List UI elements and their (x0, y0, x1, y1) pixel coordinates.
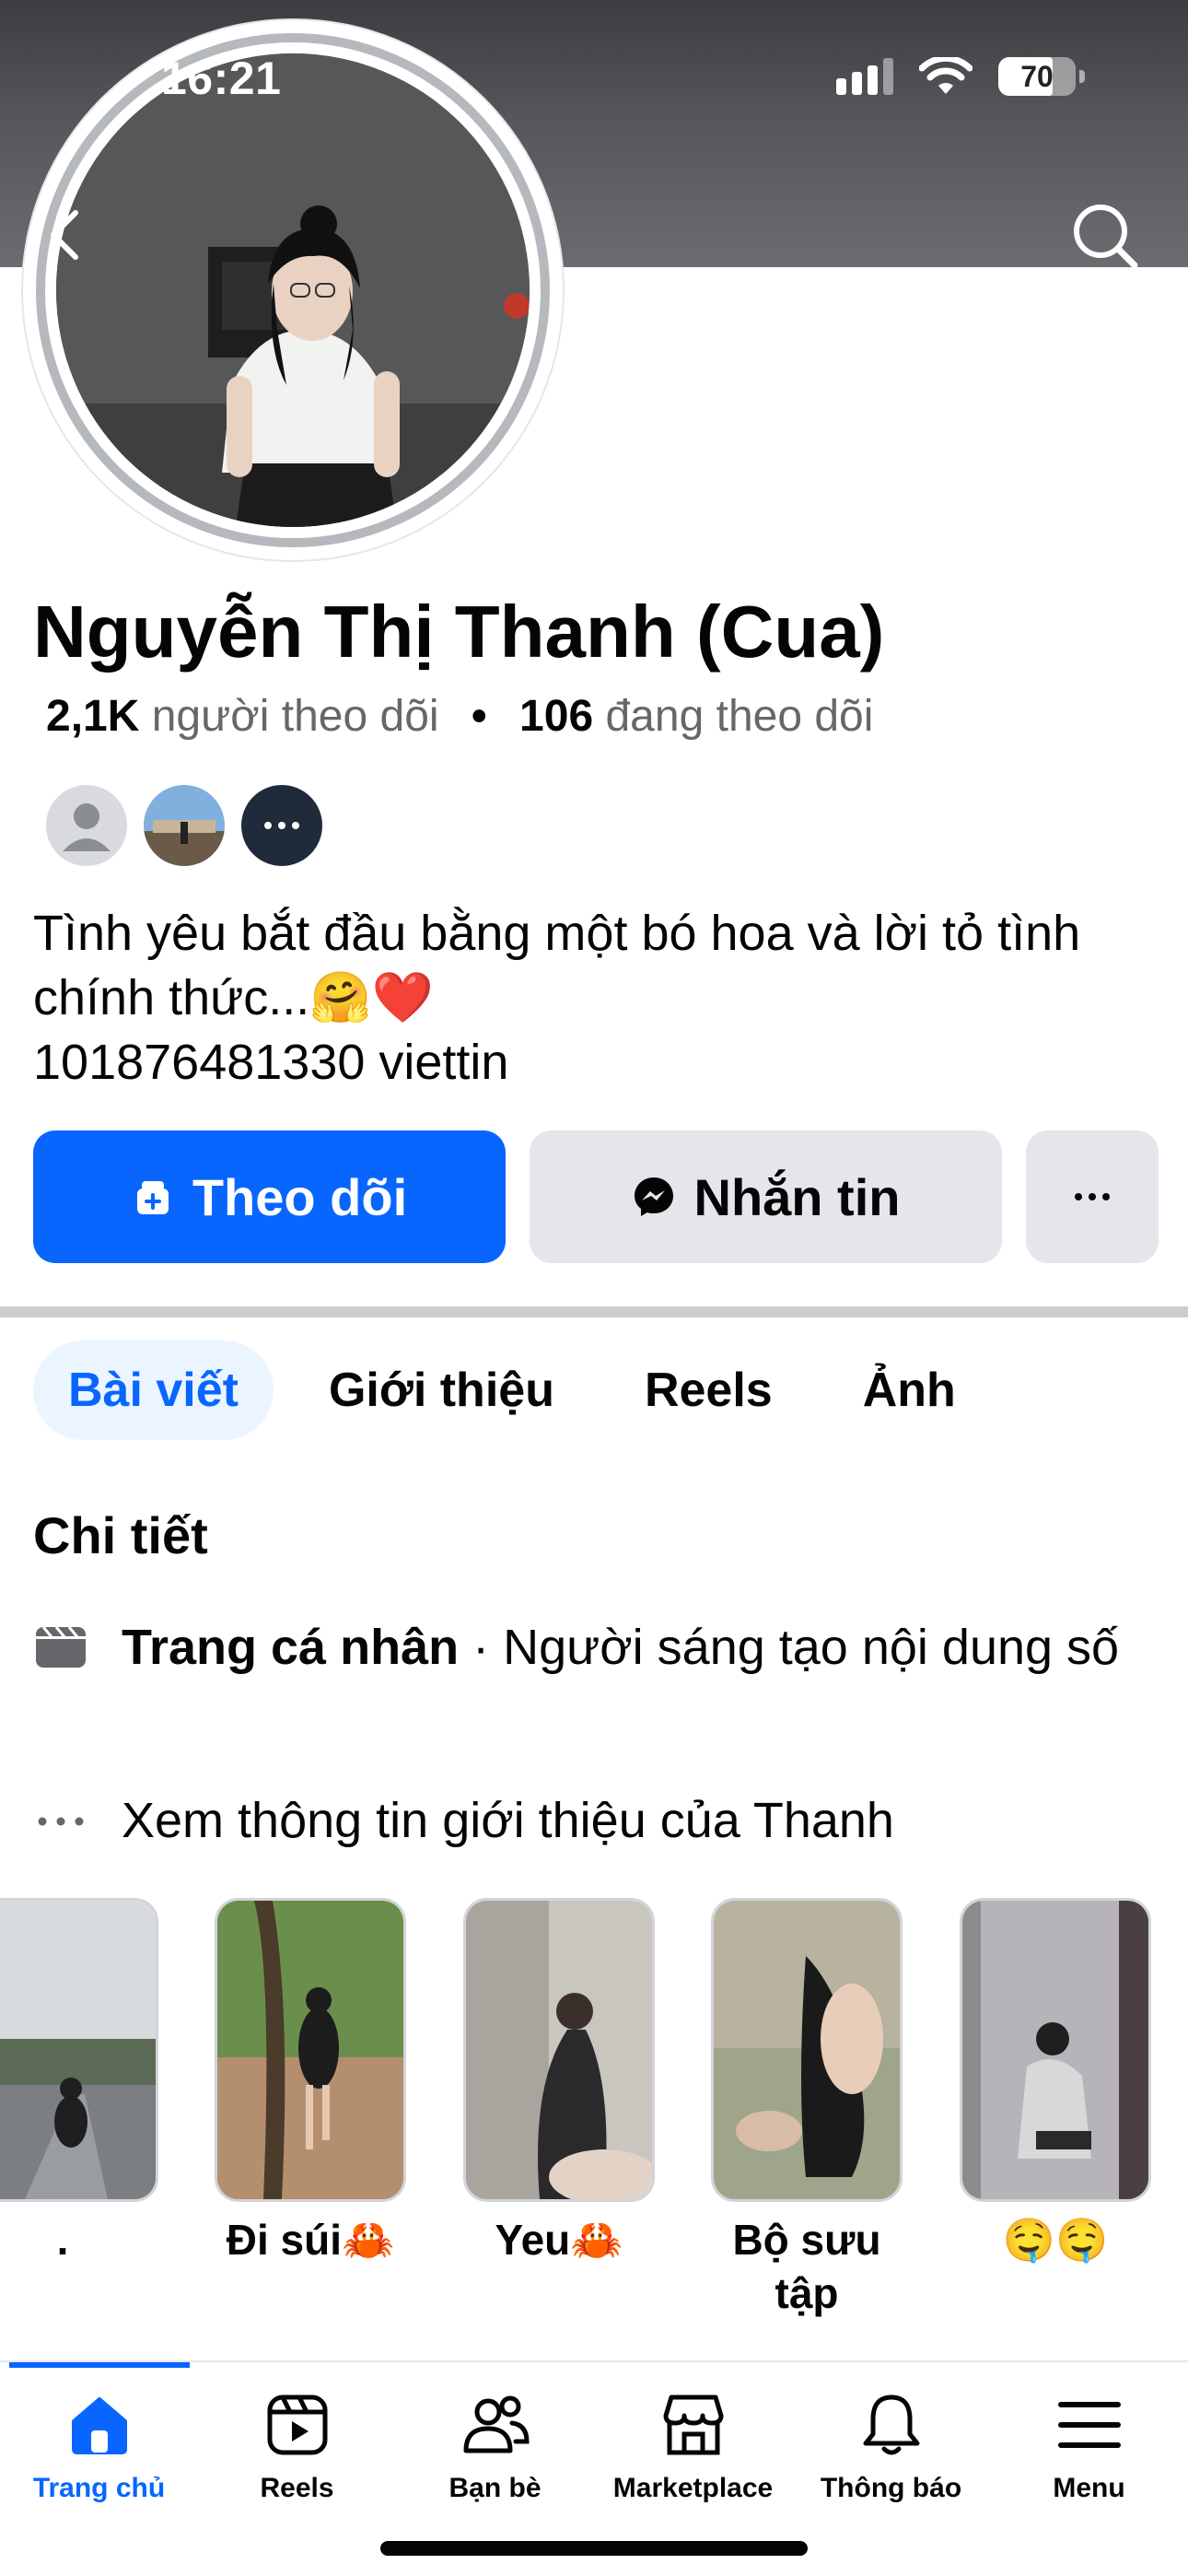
profile-name: Nguyễn Thị Thanh (Cua) (33, 591, 885, 673)
follow-button[interactable]: Theo dõi (33, 1130, 506, 1263)
featured-label: Đi súi🦀 (226, 2216, 395, 2264)
tab-about[interactable]: Giới thiệu (294, 1341, 589, 1440)
following-count: 106 (519, 692, 594, 741)
profile-page: 70 16:21 Nguyễn Thị Thanh (Cua) 2,1K ngư… (0, 0, 1188, 2576)
friends-icon (463, 2395, 530, 2453)
page-type-rest: · Người sáng tạo nội dung số (459, 1620, 1120, 1675)
marketplace-icon (663, 2395, 723, 2455)
featured-label: . (56, 2216, 69, 2264)
battery-icon: 70 (998, 57, 1076, 96)
menu-icon (1057, 2402, 1121, 2448)
profile-tabs: Bài viết Giới thiệu Reels Ảnh (33, 1341, 1011, 1440)
person-icon (63, 803, 111, 851)
mutual-avatar-default[interactable] (42, 781, 131, 870)
featured-card[interactable] (463, 1898, 655, 2202)
detail-see-about[interactable]: Xem thông tin giới thiệu của Thanh (33, 1787, 1157, 1854)
nav-home[interactable]: Trang chủ (0, 2388, 198, 2504)
featured-label: Bộ sưu tập (732, 2216, 881, 2317)
nav-menu[interactable]: Menu (990, 2388, 1188, 2504)
reels-icon (267, 2395, 327, 2455)
nav-notifications-label: Thông báo (820, 2473, 962, 2503)
featured-card[interactable] (215, 1898, 406, 2202)
home-icon (71, 2397, 127, 2454)
featured-card[interactable] (0, 1898, 158, 2202)
more-dots-icon (33, 1787, 88, 1826)
following-label: đang theo dõi (605, 692, 874, 741)
featured-label: 🤤🤤 (1002, 2216, 1109, 2264)
nav-marketplace[interactable]: Marketplace (594, 2388, 792, 2504)
page-icon (33, 1614, 88, 1669)
mutual-more-icon[interactable] (238, 781, 326, 870)
follow-label: Theo dõi (192, 1167, 408, 1226)
featured-card[interactable] (960, 1898, 1151, 2202)
featured-label: Yeu🦀 (495, 2216, 623, 2264)
bio-account: 101876481330 viettin (33, 1035, 509, 1090)
nav-notifications[interactable]: Thông báo (792, 2388, 990, 2504)
profile-actions: Theo dõi Nhắn tin (33, 1130, 1159, 1263)
message-button[interactable]: Nhắn tin (530, 1130, 1002, 1263)
profile-bio: Tình yêu bắt đầu bằng một bó hoa và lời … (33, 901, 1138, 1095)
nav-marketplace-label: Marketplace (612, 2473, 774, 2503)
bell-icon (863, 2395, 919, 2455)
messenger-icon (632, 1175, 676, 1219)
followers-label: người theo dõi (151, 692, 439, 741)
page-type-bold: Trang cá nhân (122, 1620, 460, 1675)
nav-reels[interactable]: Reels (198, 2388, 396, 2504)
mutual-avatar-photo[interactable] (140, 781, 228, 870)
see-about-text: Xem thông tin giới thiệu của Thanh (122, 1793, 894, 1848)
profile-photo (56, 53, 530, 527)
home-indicator[interactable] (380, 2541, 808, 2556)
follow-stats[interactable]: 2,1K người theo dõi • 106 đang theo dõi (46, 691, 873, 742)
status-icons: 70 (836, 57, 1085, 96)
nav-home-label: Trang chủ (32, 2473, 166, 2503)
cellular-signal-icon (836, 58, 893, 95)
featured-collections: . Đi súi🦀 Yeu🦀 Bộ sưu tập 🤤🤤 (0, 1898, 1188, 2331)
followers-count: 2,1K (46, 692, 140, 741)
profile-avatar[interactable] (23, 20, 563, 560)
tab-reels[interactable]: Reels (610, 1341, 808, 1440)
wifi-icon (919, 57, 973, 94)
ellipsis-icon (1075, 1193, 1110, 1200)
more-options-button[interactable] (1026, 1130, 1159, 1263)
featured-card[interactable] (711, 1898, 903, 2202)
nav-friends-label: Bạn bè (448, 2473, 542, 2503)
tab-posts[interactable]: Bài viết (33, 1341, 274, 1440)
mutual-friends[interactable] (42, 781, 335, 870)
active-tab-indicator (9, 2362, 190, 2368)
nav-reels-label: Reels (260, 2473, 334, 2503)
nav-menu-label: Menu (1053, 2473, 1125, 2503)
search-icon[interactable] (1070, 201, 1140, 271)
tab-photos[interactable]: Ảnh (828, 1341, 991, 1440)
bio-text: Tình yêu bắt đầu bằng một bó hoa và lời … (33, 906, 1081, 1025)
section-divider (0, 1306, 1188, 1317)
battery-percent: 70 (1020, 59, 1054, 93)
back-arrow-icon[interactable] (46, 207, 83, 263)
detail-page-type: Trang cá nhân · Người sáng tạo nội dung … (33, 1614, 1157, 1680)
separator-dot: • (471, 692, 487, 741)
status-time: 16:21 (161, 53, 282, 104)
message-label: Nhắn tin (693, 1167, 901, 1226)
nav-friends[interactable]: Bạn bè (396, 2388, 594, 2504)
details-title: Chi tiết (33, 1506, 208, 1564)
battery-tip (1079, 70, 1085, 83)
follow-icon (132, 1176, 174, 1218)
